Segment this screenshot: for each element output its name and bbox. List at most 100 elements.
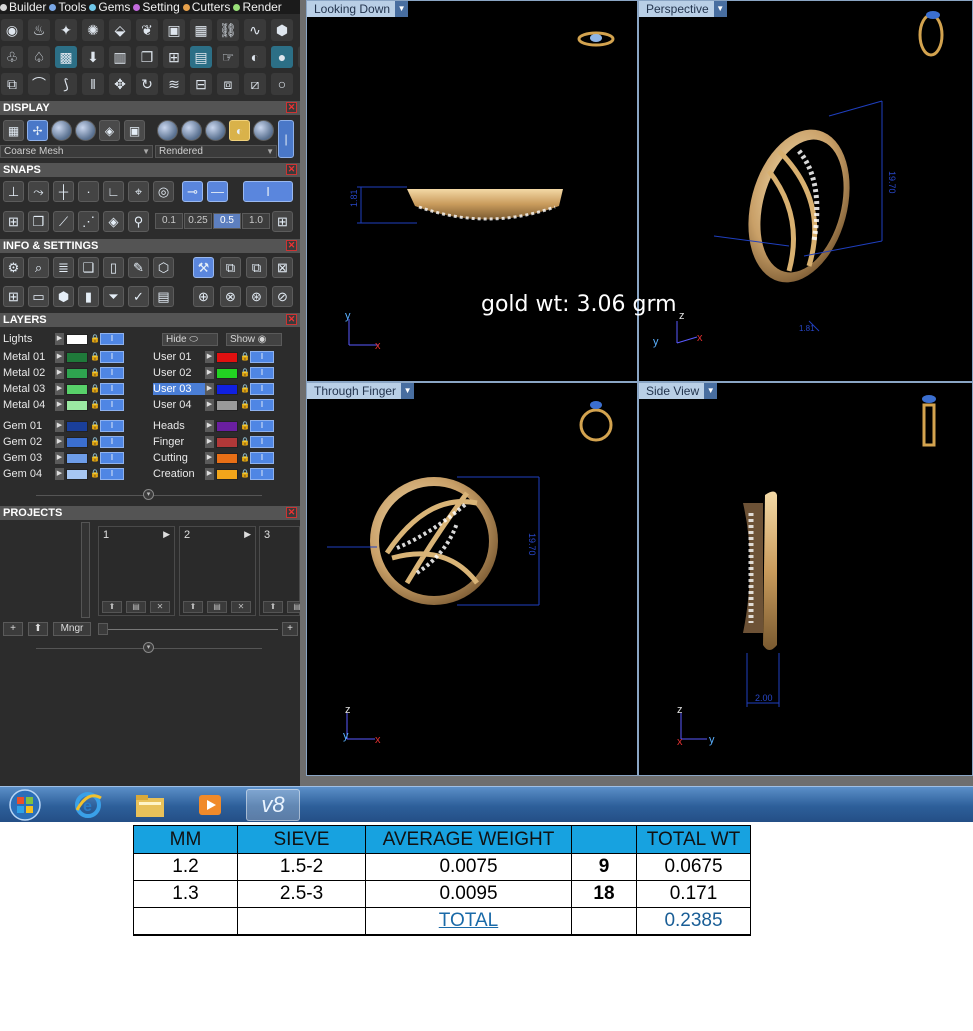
play-icon[interactable]: ▶	[163, 529, 170, 540]
menu-setting[interactable]: Setting	[133, 0, 180, 14]
visibility-toggle[interactable]: I	[100, 468, 124, 480]
layer-label[interactable]: Gem 04	[3, 468, 55, 480]
menu-builder[interactable]: Builder	[0, 0, 46, 14]
viewport-looking-down[interactable]: Looking Down ▼ 1.81 x y	[306, 0, 638, 382]
snap-tolerance-0[interactable]: 0.1	[155, 213, 183, 229]
visibility-toggle[interactable]: I	[250, 367, 274, 379]
close-window-icon[interactable]: ⊠	[272, 257, 293, 278]
circle-tool-icon[interactable]: ○	[271, 73, 293, 95]
visibility-toggle[interactable]: I	[250, 436, 274, 448]
layer-label[interactable]: Metal 03	[3, 383, 55, 395]
layer-label[interactable]: Creation	[153, 468, 205, 480]
gem-solid-icon[interactable]: ⬢	[271, 19, 293, 41]
layer-label-lights[interactable]: Lights	[3, 333, 55, 345]
layer-label[interactable]: User 01	[153, 351, 205, 363]
layer-expand-icon[interactable]: ▶	[205, 383, 214, 395]
lock-icon[interactable]: 🔒	[90, 420, 100, 432]
texture-display-icon[interactable]: ◈	[99, 120, 120, 141]
viewport-perspective[interactable]: Perspective ▼ 19.70 1.81 x y z	[638, 0, 973, 382]
pages-icon[interactable]: ❐	[136, 46, 158, 68]
snap-toggle-button[interactable]: I	[243, 181, 293, 202]
ring-size-icon[interactable]: ◐	[244, 46, 266, 68]
magnifier-icon[interactable]: ⌕	[28, 257, 49, 278]
project-scroll-thumb[interactable]	[98, 623, 108, 635]
lock-icon[interactable]: 🔒	[90, 452, 100, 464]
rotate-icon[interactable]: ↻	[136, 73, 158, 95]
visibility-toggle[interactable]: I	[100, 420, 124, 432]
logo-icon[interactable]: ⊞	[163, 46, 185, 68]
mesh-quality-dropdown[interactable]: Coarse Mesh ▼	[0, 145, 153, 158]
snap-center-icon[interactable]: ⌖	[128, 181, 149, 202]
add-project-button[interactable]: +	[3, 622, 23, 636]
paste-window-icon[interactable]: ⧉	[246, 257, 267, 278]
layer-label[interactable]: Metal 02	[3, 367, 55, 379]
layer-color-swatch[interactable]	[216, 468, 238, 480]
layer-expand-icon[interactable]: ▶	[205, 367, 214, 379]
arc-tool-icon[interactable]: ⌒	[28, 73, 50, 95]
delete-icon[interactable]: ✕	[231, 601, 251, 613]
sphere-tool-icon[interactable]: ●	[271, 46, 293, 68]
visibility-toggle[interactable]: I	[100, 383, 124, 395]
snap-tolerance-2[interactable]: 0.5	[213, 213, 241, 229]
environment-ball-icon[interactable]	[253, 120, 274, 141]
total-link[interactable]: TOTAL	[439, 910, 498, 931]
mirror-icon[interactable]: ⧈	[217, 73, 239, 95]
snap-perpendicular-icon[interactable]: ∟	[103, 181, 124, 202]
save-icon[interactable]: ▤	[126, 601, 146, 613]
start-button[interactable]	[0, 789, 50, 821]
layer-label[interactable]: Finger	[153, 436, 205, 448]
lock-icon[interactable]: 🔒	[90, 351, 100, 363]
snap-tolerance-1[interactable]: 0.25	[184, 213, 212, 229]
upload-icon[interactable]: ⬆	[183, 601, 203, 613]
material-ball-1-icon[interactable]	[157, 120, 178, 141]
lock-icon[interactable]: 🔒	[90, 436, 100, 448]
menu-tools[interactable]: Tools	[49, 0, 86, 14]
report-icon[interactable]: ▤	[153, 286, 174, 307]
snap-grid-settings-icon[interactable]: ⊞	[272, 211, 293, 232]
cylinder-icon[interactable]: ▮	[78, 286, 99, 307]
visibility-toggle[interactable]: I	[100, 452, 124, 464]
layer-label[interactable]: Cutting	[153, 452, 205, 464]
layer-expand-icon[interactable]: ▶	[205, 351, 214, 363]
layer-label[interactable]: Heads	[153, 420, 205, 432]
project-slot-3[interactable]: 3 ⬆ ▤	[259, 526, 307, 616]
layer-expand-icon[interactable]: ▶	[55, 399, 64, 411]
media-player-button[interactable]	[184, 789, 236, 821]
visibility-toggle[interactable]: I	[100, 399, 124, 411]
snap-point-icon[interactable]: ·	[78, 181, 99, 202]
lock-icon[interactable]: 🔒	[90, 367, 100, 379]
deform-icon[interactable]: ⧄	[244, 73, 266, 95]
unit-settings-icon[interactable]: ⚒	[193, 257, 214, 278]
target-3-icon[interactable]: ⊛	[246, 286, 267, 307]
prong-tool-icon[interactable]: ♤	[28, 46, 50, 68]
target-4-icon[interactable]: ⊘	[272, 286, 293, 307]
material-ball-3-icon[interactable]	[205, 120, 226, 141]
hide-layers-button[interactable]: Hide ⬭	[162, 333, 218, 346]
select-icon[interactable]: ▣	[163, 19, 185, 41]
lock-icon[interactable]: 🔒	[240, 383, 250, 395]
upload-icon[interactable]: ⬆	[263, 601, 283, 613]
layer-color-swatch[interactable]	[66, 383, 88, 395]
pave-tool-icon[interactable]: ▦	[190, 19, 212, 41]
layer-expand-icon[interactable]: ▶	[55, 420, 64, 432]
render-mode-dropdown[interactable]: Rendered ▼	[155, 145, 277, 158]
layer-expand-icon[interactable]: ▶	[205, 468, 214, 480]
visibility-toggle[interactable]: I	[100, 436, 124, 448]
snap-line-icon[interactable]: ⟋	[53, 211, 74, 232]
cube-view-icon[interactable]: ⬢	[53, 286, 74, 307]
upload-icon[interactable]: ⬆	[102, 601, 122, 613]
lock-icon[interactable]: 🔒	[240, 468, 250, 480]
projects-close-icon[interactable]: ✕	[286, 507, 297, 518]
layer-label[interactable]: Gem 03	[3, 452, 55, 464]
layer-color-swatch[interactable]	[216, 436, 238, 448]
layer-color-swatch[interactable]	[66, 452, 88, 464]
viewport-side-view[interactable]: Side View ▼ 2.00 x y z	[638, 382, 973, 776]
show-layers-button[interactable]: Show ◉	[226, 333, 282, 346]
gem-box-icon[interactable]: ⬡	[153, 257, 174, 278]
boolean-tool-icon[interactable]: ⧉	[1, 73, 23, 95]
box-info-icon[interactable]: ❑	[78, 257, 99, 278]
project-slot-1[interactable]: 1 ▶ ⬆ ▤ ✕	[98, 526, 175, 616]
snap-align-icon[interactable]: —	[207, 181, 228, 202]
layer-color-swatch[interactable]	[66, 468, 88, 480]
move-icon[interactable]: ✥	[109, 73, 131, 95]
